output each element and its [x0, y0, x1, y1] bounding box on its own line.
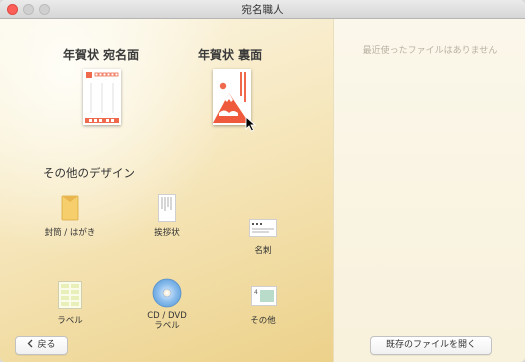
nenga-front-card[interactable] [83, 69, 121, 125]
window-title: 宛名職人 [241, 4, 284, 16]
cd-dvd-label-line1: CD / DVD [147, 311, 187, 321]
open-existing-file-button[interactable]: 既存のファイルを開く [370, 336, 492, 355]
business-card-label: 名刺 [254, 246, 272, 256]
envelope-label: 封筒 / はがき [44, 228, 96, 238]
other-designs-heading: その他のデザイン [43, 166, 135, 180]
greeting-card-label: 挨拶状 [154, 228, 180, 238]
cd-dvd-icon [152, 278, 182, 308]
chevron-left-icon [27, 337, 33, 354]
address-side-icon [85, 72, 119, 123]
nenga-back-label: 年賀状 裏面 [198, 48, 263, 62]
app-window: 宛名職人 年賀状 宛名面 年賀状 裏面 その他のデザイン 封筒 / はがき 挨拶… [0, 0, 525, 362]
nenga-front-label: 年賀状 宛名面 [63, 48, 140, 62]
title-bar: 宛名職人 [0, 0, 525, 19]
greeting-card-icon [158, 194, 176, 222]
svg-text:4: 4 [254, 289, 258, 296]
recent-files-pane: 最近使ったファイルはありません 既存のファイルを開く [333, 19, 525, 362]
envelope-icon [61, 195, 79, 221]
label-sheet-label: ラベル [57, 316, 83, 326]
label-sheet-icon [58, 281, 82, 309]
recent-files-empty-message: 最近使ったファイルはありません [362, 46, 498, 56]
back-button[interactable]: 戻る [15, 336, 68, 355]
mouse-cursor-icon [245, 116, 257, 132]
back-button-label: 戻る [37, 340, 56, 350]
other-label: その他 [250, 316, 276, 326]
business-card-icon [249, 219, 277, 237]
design-selection-pane: 年賀状 宛名面 年賀状 裏面 その他のデザイン 封筒 / はがき 挨拶状 名刺 … [0, 19, 333, 362]
cd-dvd-label-line2: ラベル [154, 321, 180, 331]
other-icon: 4 [251, 286, 277, 306]
